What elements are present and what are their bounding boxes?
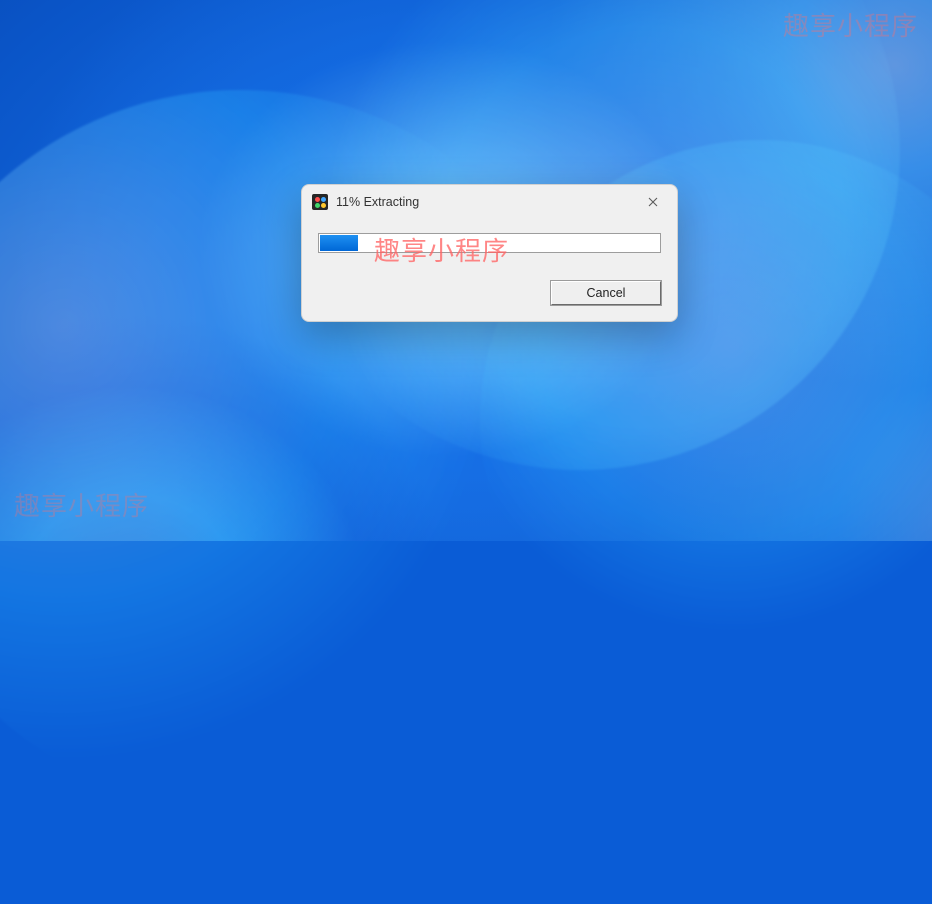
progress-fill (320, 235, 358, 251)
progress-bar (318, 233, 661, 253)
close-icon (648, 197, 658, 207)
cancel-button[interactable]: Cancel (551, 281, 661, 305)
dialog-title: 11% Extracting (336, 195, 631, 209)
extract-dialog: 11% Extracting 趣享小程序 Cancel (301, 184, 678, 322)
app-icon (312, 194, 328, 210)
close-button[interactable] (631, 187, 675, 217)
dialog-titlebar[interactable]: 11% Extracting (302, 185, 677, 219)
